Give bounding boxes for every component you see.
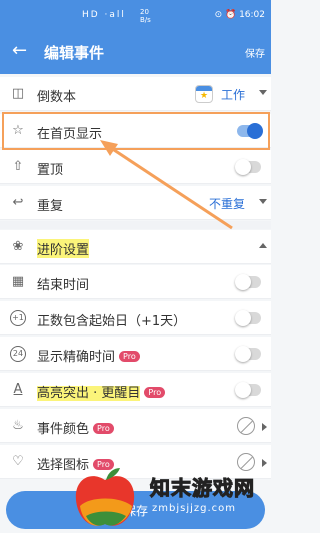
- watermark-url: zmbjsjjzg.com: [152, 503, 237, 514]
- watermark-logo: 知末游戏网 zmbjsjjzg.com: [70, 466, 270, 532]
- watermark-title: 知末游戏网: [150, 476, 255, 501]
- apple-logo-icon: [75, 468, 135, 526]
- annotation-arrow: [100, 140, 233, 230]
